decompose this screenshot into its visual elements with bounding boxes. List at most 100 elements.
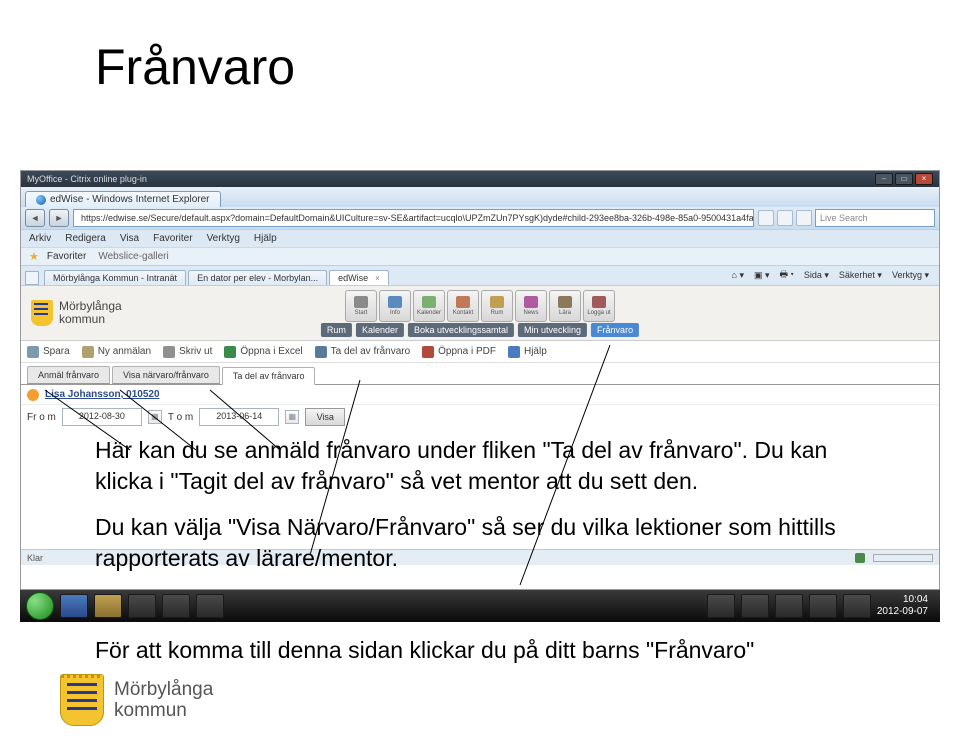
nav-kalender[interactable]: Kalender xyxy=(413,290,445,322)
cert-button[interactable] xyxy=(796,210,812,226)
menu-favoriter[interactable]: Favoriter xyxy=(153,233,192,244)
ie-icon xyxy=(36,195,46,205)
subnav-franvaro[interactable]: Frånvaro xyxy=(591,323,639,337)
nav-button-row: Start Info Kalender Kontakt Rum News Lär… xyxy=(345,290,615,322)
home-icon[interactable]: ⌂ ▾ xyxy=(732,270,744,281)
nav-kontakt[interactable]: Kontakt xyxy=(447,290,479,322)
contact-icon xyxy=(456,296,470,308)
menu-redigera[interactable]: Redigera xyxy=(65,233,106,244)
minimize-button[interactable]: – xyxy=(875,173,893,185)
subnav-boka[interactable]: Boka utvecklingssamtal xyxy=(408,323,514,337)
refresh-button[interactable] xyxy=(758,210,774,226)
task-app1[interactable] xyxy=(128,594,156,618)
kommun-logo: Mörbylånga kommun xyxy=(31,300,122,326)
date-row: Fr o m 2012-08-30 ▦ T o m 2013-06-14 ▦ V… xyxy=(21,405,939,429)
tool-nyanmalan[interactable]: Ny anmälan xyxy=(82,346,151,358)
citrix-titlebar: MyOffice - Citrix online plug-in – ▭ × xyxy=(21,171,939,187)
tool-skrivut[interactable]: Skriv ut xyxy=(163,346,212,358)
kommun-subnav: Rum Kalender Boka utvecklingssamtal Min … xyxy=(321,323,639,337)
tool-excel[interactable]: Öppna i Excel xyxy=(224,346,302,358)
close-tab-icon[interactable]: × xyxy=(375,274,380,283)
subtab-anmal[interactable]: Anmäl frånvaro xyxy=(27,366,110,384)
subtab-visa[interactable]: Visa närvaro/frånvaro xyxy=(112,366,220,384)
security-menu[interactable]: Säkerhet ▾ xyxy=(839,270,882,281)
to-calendar-icon[interactable]: ▦ xyxy=(285,410,299,424)
tab-intranet[interactable]: Mörbylånga Kommun - Intranät xyxy=(44,270,186,285)
explain-p2: Du kan välja "Visa Närvaro/Frånvaro" så … xyxy=(95,512,875,574)
person-icon xyxy=(27,389,39,401)
favorites-label[interactable]: Favoriter xyxy=(47,251,86,262)
task-explorer[interactable] xyxy=(94,594,122,618)
back-button[interactable]: ◄ xyxy=(25,209,45,227)
close-button[interactable]: × xyxy=(915,173,933,185)
tool-hjalp[interactable]: Hjälp xyxy=(508,346,547,358)
forward-button[interactable]: ► xyxy=(49,209,69,227)
webslice-link[interactable]: Webslice-galleri xyxy=(98,251,168,262)
task-app7[interactable] xyxy=(809,594,837,618)
feed-icon[interactable]: ▣ ▾ xyxy=(754,270,770,281)
tool-spara[interactable]: Spara xyxy=(27,346,70,358)
task-app2[interactable] xyxy=(162,594,190,618)
subnav-rum[interactable]: Rum xyxy=(321,323,352,337)
calendar-icon xyxy=(422,296,436,308)
taskbar-clock[interactable]: 10:04 2012-09-07 xyxy=(877,594,934,618)
start-button[interactable] xyxy=(26,592,54,620)
subtab-row: Anmäl frånvaro Visa närvaro/frånvaro Ta … xyxy=(21,363,939,385)
explain-p1: Här kan du se anmäld frånvaro under flik… xyxy=(95,435,875,497)
news-icon xyxy=(524,296,538,308)
info-icon xyxy=(388,296,402,308)
nav-rum[interactable]: Rum xyxy=(481,290,513,322)
shield-icon xyxy=(31,300,53,326)
subnav-kalender[interactable]: Kalender xyxy=(356,323,404,337)
browser-tabs: Mörbylånga Kommun - Intranät En dator pe… xyxy=(21,265,939,285)
task-ie[interactable] xyxy=(60,594,88,618)
shield-icon xyxy=(60,674,104,726)
footer-logo: Mörbylånga kommun xyxy=(60,674,213,726)
address-bar: ◄ ► https://edwise.se/Secure/default.asp… xyxy=(21,207,939,229)
new-icon xyxy=(82,346,94,358)
tool-pdf[interactable]: Öppna i PDF xyxy=(422,346,496,358)
tab-list-icon[interactable] xyxy=(25,271,39,285)
nav-news[interactable]: News xyxy=(515,290,547,322)
stop-button[interactable] xyxy=(777,210,793,226)
print-icon[interactable]: 🖶 ▾ xyxy=(780,267,794,283)
progress-icon xyxy=(873,554,933,562)
explanatory-text: Här kan du se anmäld frånvaro under flik… xyxy=(95,435,875,681)
person-name[interactable]: Lisa Johansson, 010520 xyxy=(45,389,160,400)
task-app8[interactable] xyxy=(843,594,871,618)
url-field[interactable]: https://edwise.se/Secure/default.aspx?do… xyxy=(73,209,754,227)
home-icon xyxy=(354,296,368,308)
task-app6[interactable] xyxy=(775,594,803,618)
tab-endator[interactable]: En dator per elev - Morbylan... xyxy=(188,270,327,285)
nav-start[interactable]: Start xyxy=(345,290,377,322)
maximize-button[interactable]: ▭ xyxy=(895,173,913,185)
menu-arkiv[interactable]: Arkiv xyxy=(29,233,51,244)
ie-window-tab[interactable]: edWise - Windows Internet Explorer xyxy=(25,191,221,207)
explain-p4: För att komma till denna sidan klickar d… xyxy=(95,635,875,666)
check-icon xyxy=(315,346,327,358)
tools-menu[interactable]: Verktyg ▾ xyxy=(892,270,929,281)
nav-lara[interactable]: Lära xyxy=(549,290,581,322)
menu-visa[interactable]: Visa xyxy=(120,233,139,244)
from-date-input[interactable]: 2012-08-30 xyxy=(62,408,142,426)
tab-edwise[interactable]: edWise× xyxy=(329,270,389,285)
logout-icon xyxy=(592,296,606,308)
task-app4[interactable] xyxy=(707,594,735,618)
tool-tadel[interactable]: Ta del av frånvaro xyxy=(315,346,411,358)
windows-taskbar: 10:04 2012-09-07 xyxy=(20,590,940,622)
to-date-input[interactable]: 2013-06-14 xyxy=(199,408,279,426)
menu-verktyg[interactable]: Verktyg xyxy=(207,233,240,244)
nav-loggaut[interactable]: Logga ut xyxy=(583,290,615,322)
task-app3[interactable] xyxy=(196,594,224,618)
task-app5[interactable] xyxy=(741,594,769,618)
favorites-bar: ★ Favoriter Webslice-galleri xyxy=(21,247,939,265)
menu-hjalp[interactable]: Hjälp xyxy=(254,233,277,244)
search-box[interactable]: Live Search xyxy=(815,209,935,227)
visa-button[interactable]: Visa xyxy=(305,408,345,426)
subnav-minutv[interactable]: Min utveckling xyxy=(518,323,587,337)
subtab-tadel[interactable]: Ta del av frånvaro xyxy=(222,367,316,385)
page-menu[interactable]: Sida ▾ xyxy=(804,270,829,281)
from-calendar-icon[interactable]: ▦ xyxy=(148,410,162,424)
nav-info[interactable]: Info xyxy=(379,290,411,322)
edwise-toolbar: Spara Ny anmälan Skriv ut Öppna i Excel … xyxy=(21,341,939,363)
